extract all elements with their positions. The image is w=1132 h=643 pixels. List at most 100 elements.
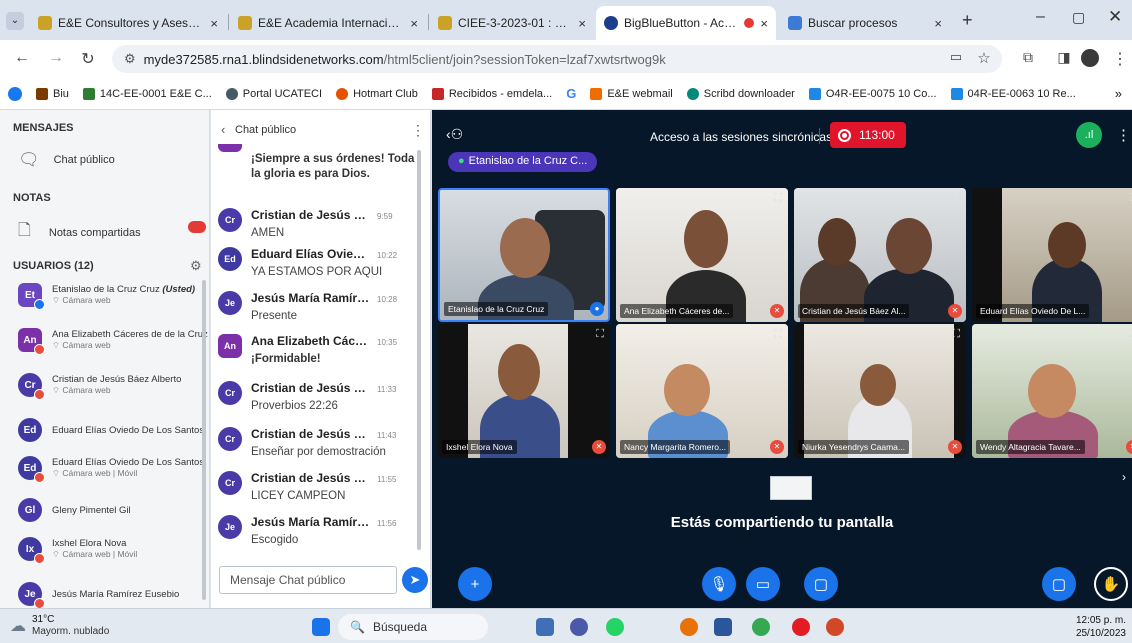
tile-name-label: Etanislao de la Cruz Cruz <box>444 302 549 316</box>
chat-message: An Ana Elizabeth Cácere... 10:35 ¡Formidab… <box>218 334 418 367</box>
chat-options-icon[interactable]: ⋮ <box>411 122 425 139</box>
tab-list-dropdown[interactable]: ⌄ <box>6 12 24 30</box>
user-list-item[interactable]: Et Etanislao de la Cruz Cruz (Usted) ⌔ Cá… <box>18 283 195 310</box>
video-tile[interactable]: ⛶ Etanislao de la Cruz Cruz ● <box>438 188 610 322</box>
presenter-pill[interactable]: ● Etanislao de la Cruz C... <box>448 152 598 172</box>
bookmark-item[interactable]: Recibidos - emdela... <box>431 87 553 100</box>
browser-menu-icon[interactable]: ⋮ <box>1110 49 1130 69</box>
bookmark-label: Recibidos - emdela... <box>448 87 553 100</box>
new-tab-button[interactable]: + <box>962 10 973 31</box>
user-list-item[interactable]: Ix Ixshel Elora Nova ⌔ Cámara web | Móvil <box>18 537 137 564</box>
reload-icon[interactable]: ↻ <box>78 49 98 69</box>
next-page-icon[interactable]: › <box>1122 470 1126 484</box>
recording-button[interactable]: 113:00 <box>830 122 906 148</box>
send-message-button[interactable]: ➤ <box>402 567 428 593</box>
user-list-item[interactable]: Cr Cristian de Jesús Báez Alberto ⌔ Cámar… <box>18 373 181 400</box>
user-list-item[interactable]: An Ana Elizabeth Cáceres de de la Cruz ⌔ … <box>18 328 208 355</box>
expand-icon[interactable]: ⛶ <box>774 328 782 341</box>
user-list-scrollbar[interactable] <box>202 280 206 600</box>
tab-close-icon[interactable]: × <box>934 16 942 31</box>
bookmark-item[interactable]: Portal UCATECI <box>225 87 322 100</box>
browser-app-icon[interactable] <box>680 618 698 636</box>
video-tile[interactable]: ⛶ Ana Elizabeth Cáceres de... ✕ <box>616 188 788 322</box>
tab-ee-academia[interactable]: E&E Academia Internacional × <box>230 6 426 40</box>
microphone-icon: 🎙 <box>709 576 729 593</box>
presentation-button[interactable]: ▢ <box>1042 567 1076 601</box>
user-list-item[interactable]: Gl Gleny Pimentel Gil <box>18 498 131 522</box>
chat-bubble-icon: 🗨 <box>18 150 40 169</box>
whatsapp-icon[interactable] <box>606 618 624 636</box>
public-chat-item[interactable]: 🗨 Chat público <box>18 150 115 170</box>
users-toggle-icon[interactable]: ‹⚇ <box>446 126 463 143</box>
bookmark-item[interactable]: 14C-EE-0001 E&E C... <box>82 87 212 100</box>
video-tile[interactable]: ⛶ Wendy Altagracia Tavare... ✕ <box>972 324 1132 458</box>
taskbar-search[interactable]: 🔍 Búsqueda <box>338 614 488 640</box>
bookmark-item[interactable]: 04R-EE-0063 10 Re... <box>950 87 1076 100</box>
video-tile[interactable]: ⛶ Niurka Yesendrys Caama... ✕ <box>794 324 966 458</box>
user-settings-gear-icon[interactable]: ⚙ <box>190 258 202 274</box>
opera-icon[interactable] <box>792 618 810 636</box>
tab-close-icon[interactable]: × <box>410 16 418 31</box>
side-panel-icon[interactable]: ◨ <box>1054 49 1074 66</box>
restore-button[interactable]: ▢ <box>1072 9 1085 26</box>
file-explorer-icon[interactable] <box>536 618 554 636</box>
expand-icon[interactable]: ⛶ <box>774 192 782 205</box>
tab-buscar-procesos[interactable]: Buscar procesos × <box>780 6 950 40</box>
user-list-item[interactable]: Je Jesús María Ramírez Eusebio <box>18 582 179 608</box>
video-tile[interactable]: ⛶ Cristian de Jesús Báez Al... ✕ <box>794 188 966 322</box>
chat-message-text: Escogido <box>251 534 299 546</box>
tab-close-icon[interactable]: × <box>578 16 586 31</box>
video-tile[interactable]: ⛶ Nancy Margarita Romero... ✕ <box>616 324 788 458</box>
profile-avatar-icon[interactable] <box>1080 49 1100 72</box>
close-window-button[interactable]: ✕ <box>1108 7 1122 27</box>
chat-back-icon[interactable]: ‹ <box>221 122 225 137</box>
share-screen-button[interactable]: ▢ <box>804 567 838 601</box>
user-device: ⌔ Cámara web <box>52 385 111 395</box>
chrome-icon[interactable] <box>752 618 770 636</box>
expand-icon[interactable]: ⛶ <box>594 194 602 207</box>
bookmark-item[interactable]: E&E webmail <box>590 87 673 100</box>
google-icon[interactable]: G <box>566 86 576 101</box>
camera-button[interactable]: ▭ <box>746 567 780 601</box>
raise-hand-button[interactable]: ✋ <box>1094 567 1128 601</box>
bookmark-item[interactable]: Hotmart Club <box>336 87 418 100</box>
user-list-item[interactable]: Ed Eduard Elías Oviedo De Los Santos ⌔ Cá… <box>18 456 204 483</box>
tab-ee-consultores[interactable]: E&E Consultores y Asesores × <box>30 6 226 40</box>
forward-icon[interactable]: → <box>46 49 66 67</box>
powerpoint-icon[interactable] <box>826 618 844 636</box>
more-bookmarks-icon[interactable]: » <box>1115 86 1122 101</box>
actions-plus-button[interactable]: + <box>458 567 492 601</box>
expand-icon[interactable]: ⛶ <box>952 192 960 205</box>
install-app-icon[interactable]: ▭ <box>946 49 966 65</box>
facebook-bookmark-icon[interactable] <box>8 86 22 101</box>
extensions-icon[interactable]: ⧉ <box>1018 49 1038 66</box>
url-field[interactable]: ⚙ myde372585.rna1.blindsidenetworks.com /… <box>112 45 1002 73</box>
tab-ciee-participant[interactable]: CIEE-3-2023-01 : Participant × <box>430 6 594 40</box>
connection-status-icon[interactable]: .ıl <box>1076 122 1102 148</box>
video-tile[interactable]: ⛶ Ixshel Elora Nova ✕ <box>438 324 610 458</box>
video-tile[interactable]: ⛶ Eduard Elías Oviedo De L... <box>972 188 1132 322</box>
tab-close-icon[interactable]: × <box>760 16 768 31</box>
shared-notes-item[interactable]: 🗋 Notas compartidas <box>18 219 208 246</box>
user-list-item[interactable]: Ed Eduard Elías Oviedo De Los Santos <box>18 418 204 442</box>
meeting-options-icon[interactable]: ⋮ <box>1116 126 1131 144</box>
tab-bigbluebutton[interactable]: BigBlueButton - Acceso × <box>596 6 776 40</box>
word-icon[interactable] <box>714 618 732 636</box>
tab-close-icon[interactable]: × <box>210 16 218 31</box>
bookmark-item[interactable]: O4R-EE-0075 10 Co... <box>808 87 937 100</box>
bookmark-item[interactable]: Biu <box>36 87 69 100</box>
microphone-button[interactable]: 🎙 <box>702 567 736 601</box>
expand-icon[interactable]: ⛶ <box>596 328 604 341</box>
windows-start-icon[interactable] <box>312 618 330 636</box>
meet-app-icon[interactable] <box>570 618 588 636</box>
taskbar-search-label: Búsqueda <box>372 620 427 634</box>
site-settings-icon[interactable]: ⚙ <box>124 51 136 67</box>
chat-scrollbar[interactable] <box>417 150 421 550</box>
weather-widget[interactable]: ☁ 31°C Mayorm. nublado <box>10 614 109 638</box>
minimize-button[interactable]: – <box>1036 8 1045 26</box>
bookmark-star-icon[interactable]: ☆ <box>974 49 994 67</box>
expand-icon[interactable]: ⛶ <box>952 328 960 341</box>
bookmark-item[interactable]: Scribd downloader <box>686 87 795 100</box>
chat-message-input[interactable]: Mensaje Chat público <box>219 566 397 594</box>
back-icon[interactable]: ← <box>12 49 32 67</box>
